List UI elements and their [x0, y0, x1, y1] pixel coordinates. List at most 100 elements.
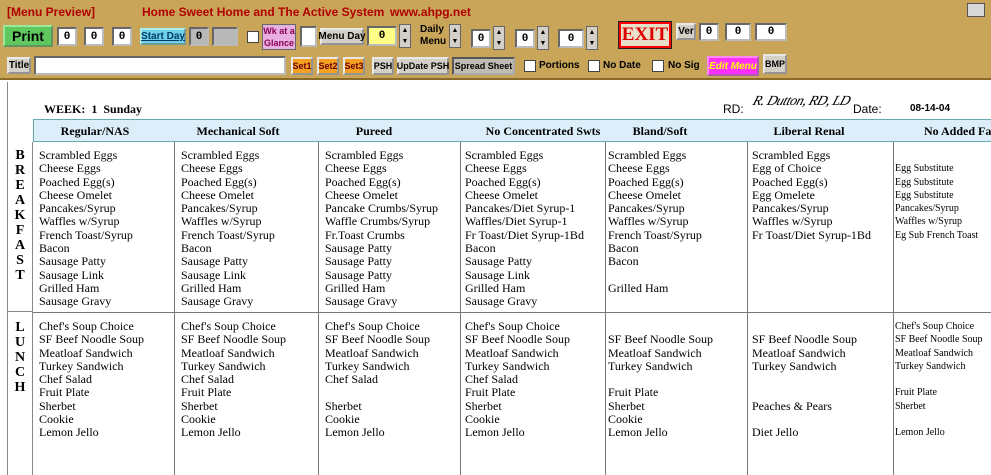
- no-sig-checkbox[interactable]: [652, 60, 664, 72]
- menu-item: Bacon: [181, 241, 212, 256]
- menu-item: Scrambled Eggs: [39, 149, 118, 162]
- menu-item: Bacon: [608, 254, 639, 269]
- daily-field-3[interactable]: 0: [558, 29, 584, 48]
- daily-field-2-spinner[interactable]: ▲ ▼: [537, 26, 549, 50]
- menu-item: Fruit Plate: [895, 387, 937, 399]
- menu-item: [895, 373, 991, 386]
- column-divider: [605, 142, 606, 475]
- menu-item: Waffles w/Syrup: [608, 214, 689, 229]
- menu-item: [895, 149, 991, 162]
- start-day-button[interactable]: Start Day: [140, 28, 186, 45]
- menu-item: Sherbet: [39, 398, 76, 413]
- exit-button[interactable]: EXIT: [618, 21, 672, 49]
- menu-item: Sausage Gravy: [325, 294, 398, 309]
- update-psh-button[interactable]: UpDate PSH: [397, 57, 449, 75]
- menu-item: Sausage Patty: [39, 254, 106, 269]
- menu-item: Lemon Jello: [465, 425, 525, 440]
- menu-item: Turkey Sandwich: [325, 358, 410, 373]
- daily-field-2[interactable]: 0: [515, 29, 535, 48]
- menu-item: [752, 373, 892, 386]
- portions-checkbox[interactable]: [524, 60, 536, 72]
- menu-day-spinner[interactable]: ▲ ▼: [399, 24, 411, 48]
- menu-day-button[interactable]: Menu Day: [318, 28, 366, 45]
- menu-day-field[interactable]: 0: [367, 26, 397, 46]
- menu-item: Bacon: [608, 241, 639, 256]
- menu-cell-breakfast: Scrambled Eggs Cheese Eggs Poached Egg(s) C…: [465, 149, 605, 309]
- meal-letter: S: [16, 253, 24, 268]
- ver-field-2[interactable]: 0: [725, 23, 751, 41]
- no-date-checkbox[interactable]: [588, 60, 600, 72]
- daily-field-1[interactable]: 0: [471, 29, 491, 48]
- meal-letter: K: [14, 208, 26, 223]
- bmp-button[interactable]: BMP: [763, 54, 787, 74]
- ver-button[interactable]: Ver: [676, 23, 696, 40]
- menu-item: [608, 373, 748, 386]
- menu-item: Bacon: [465, 241, 496, 256]
- menu-cell-breakfast: Scrambled Eggs Cheese Eggs Poached Egg(s) C…: [325, 149, 465, 309]
- set1-button[interactable]: Set1: [291, 57, 313, 75]
- window-control-button[interactable]: [967, 3, 985, 17]
- menu-item: [752, 386, 892, 399]
- column-header: Pureed: [355, 124, 393, 138]
- menu-item: Chef's Soup Choice: [465, 320, 560, 333]
- toolbar: [Menu Preview] Home Sweet Home and The A…: [0, 0, 991, 80]
- menu-item: Fr.Toast Crumbs: [325, 227, 405, 242]
- menu-item: Pancake Crumbs/Syrup: [325, 201, 438, 216]
- menu-item: Pancakes/Syrup: [608, 201, 685, 216]
- date-label: Date:: [853, 102, 882, 116]
- wk-at-glance-field[interactable]: [300, 26, 317, 47]
- meal-letter: C: [14, 365, 26, 380]
- menu-item: Grilled Ham: [465, 280, 526, 295]
- print-button[interactable]: Print: [3, 25, 53, 47]
- menu-item: Sherbet: [608, 398, 645, 413]
- menu-item: [752, 413, 892, 426]
- print-field-1[interactable]: 0: [57, 27, 77, 46]
- menu-item: Sausage Link: [465, 267, 530, 282]
- ver-field-3[interactable]: 0: [755, 23, 787, 41]
- spreadsheet-button[interactable]: Spread Sheet: [452, 57, 515, 75]
- rd-signature: R. Dutton, RD, LD: [750, 94, 853, 109]
- menu-item: Sausage Patty: [325, 241, 392, 256]
- menu-item: Cheese Omelet: [465, 187, 538, 202]
- menu-item: Chef Salad: [39, 372, 92, 387]
- column-header: No Added Fat: [924, 124, 991, 138]
- meal-letter: E: [15, 178, 25, 193]
- menu-item: Poached Egg(s): [752, 174, 828, 189]
- menu-cell-lunch: Chef's Soup Choice SF Beef Noodle Soup Mea…: [465, 320, 605, 440]
- menu-cell-breakfast: Scrambled Eggs Cheese Eggs Poached Egg(s) C…: [181, 149, 321, 309]
- menu-item: Meatloaf Sandwich: [895, 347, 974, 359]
- set2-button[interactable]: Set2: [317, 57, 339, 75]
- column-header: Regular/NAS: [60, 124, 130, 138]
- column-divider: [893, 142, 894, 475]
- meal-letter: A: [14, 193, 26, 208]
- title-input[interactable]: [34, 56, 286, 75]
- wk-at-glance-button[interactable]: Wk at a Glance: [262, 24, 296, 50]
- daily-menu-spinner[interactable]: ▲ ▼: [449, 24, 461, 48]
- menu-cell-lunch: Chef's Soup Choice SF Beef Noodle Soup Mea…: [181, 320, 321, 440]
- menu-item: Scrambled Eggs: [608, 149, 687, 162]
- daily-field-1-spinner[interactable]: ▲ ▼: [493, 26, 505, 50]
- start-day-field[interactable]: 0: [189, 27, 209, 46]
- ver-field-1[interactable]: 0: [699, 23, 719, 41]
- menu-item: Sausage Patty: [325, 254, 392, 269]
- wk-at-glance-checkbox[interactable]: [247, 31, 259, 43]
- print-field-3[interactable]: 0: [112, 27, 132, 46]
- menu-item: Scrambled Eggs: [752, 149, 831, 162]
- menu-item: SF Beef Noodle Soup: [608, 332, 713, 347]
- portions-label: Portions: [539, 60, 580, 71]
- set3-button[interactable]: Set3: [343, 57, 365, 75]
- daily-field-3-spinner[interactable]: ▲ ▼: [586, 26, 598, 50]
- menu-item: Meatloaf Sandwich: [752, 345, 846, 360]
- meal-letter: F: [15, 223, 25, 238]
- start-day-field-extra[interactable]: [212, 27, 238, 46]
- menu-item: Grilled Ham: [181, 280, 242, 295]
- menu-item: Waffles/Diet Syrup-1: [465, 214, 568, 229]
- psh-button[interactable]: PSH: [372, 57, 394, 75]
- print-field-2[interactable]: 0: [84, 27, 104, 46]
- menu-item: [608, 269, 748, 282]
- menu-cell-lunch: Chef's Soup Choice SF Beef Noodle Soup Mea…: [325, 320, 465, 440]
- title-label: Title: [7, 57, 31, 74]
- menu-item: Bacon: [39, 241, 70, 256]
- menu-item: Scrambled Eggs: [465, 149, 544, 162]
- edit-menu-button[interactable]: Edit Menu: [707, 56, 759, 76]
